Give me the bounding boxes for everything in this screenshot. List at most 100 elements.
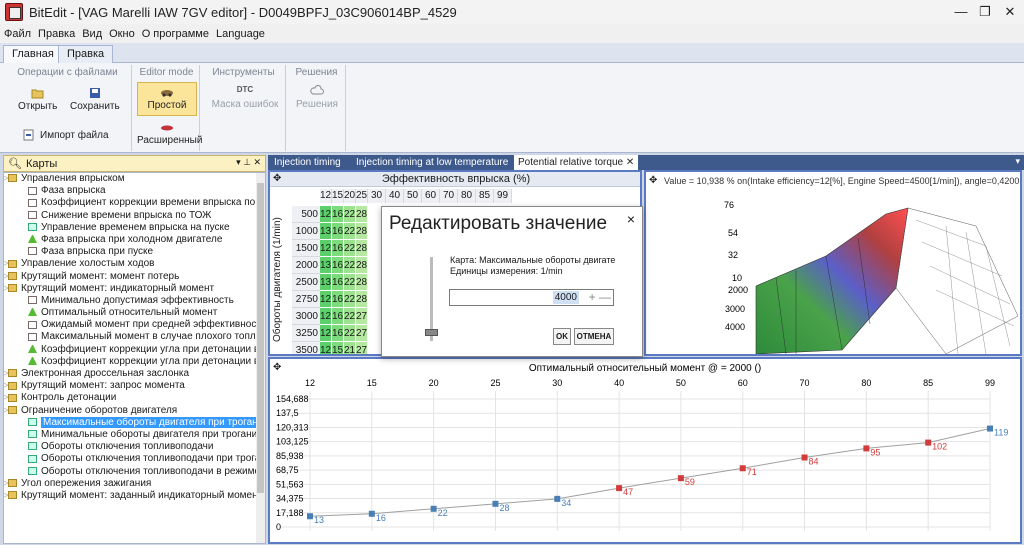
tree-item[interactable]: Минимально допустимая эффективность (4, 295, 265, 307)
expand-icon[interactable]: ▷ (4, 490, 8, 502)
solutions-button[interactable]: Решения (294, 85, 340, 110)
table-cell[interactable]: 12 (320, 325, 332, 342)
column-header[interactable]: 85 (476, 189, 494, 203)
table-cell[interactable]: 16 (332, 240, 344, 257)
tab-potential-relative-torque[interactable]: Potential relative torque ✕ (514, 155, 639, 170)
table-cell[interactable]: 16 (332, 257, 344, 274)
open-button[interactable]: Открыть (18, 87, 57, 112)
data-point[interactable] (554, 495, 561, 502)
move-icon[interactable]: ✥ (273, 173, 281, 184)
surface-3d-plot[interactable]: 76 54 32 10 2000 3000 4000 (646, 186, 1020, 356)
column-header[interactable]: 40 (386, 189, 404, 203)
tree-item[interactable]: Коэффициент коррекции угла при детонации… (4, 356, 265, 368)
plus-minus-icon[interactable]: + — (589, 290, 611, 304)
column-header[interactable]: 20 (344, 189, 356, 203)
column-header[interactable]: 60 (422, 189, 440, 203)
expand-icon[interactable]: ▷ (4, 368, 8, 380)
table-cell[interactable]: 16 (332, 308, 344, 325)
close-window-button[interactable]: ✕ (995, 3, 1024, 21)
import-button[interactable]: Импорт файла (22, 129, 109, 141)
tree-item[interactable]: Коэффициент коррекции времени впрыска по… (4, 197, 265, 209)
tree-item[interactable]: Максимальные обороты двигателя при трога… (4, 416, 265, 429)
tab-edit[interactable]: Правка (58, 45, 114, 64)
expand-icon[interactable]: ▷ (4, 478, 8, 490)
table-cell[interactable]: 22 (344, 291, 356, 308)
row-header[interactable]: 3000 (292, 308, 320, 325)
table-cell[interactable]: 22 (344, 206, 356, 223)
expand-icon[interactable]: ▷ (4, 173, 8, 185)
tree-item[interactable]: Минимальные обороты двигателя при троган… (4, 429, 265, 441)
table-cell[interactable]: 13 (320, 223, 332, 240)
table-cell[interactable]: 16 (332, 206, 344, 223)
tree-item[interactable]: Фаза впрыска при пуске (4, 246, 265, 258)
column-header[interactable]: 99 (494, 189, 512, 203)
tree-item[interactable]: Снижение времени впрыска по ТОЖ (4, 210, 265, 222)
tree-item[interactable]: Фаза впрыска при холодном двигателе (4, 234, 265, 246)
value-input-text[interactable]: 4000 (552, 291, 579, 304)
tree-folder[interactable]: ▷ Управления впрыском (4, 173, 265, 185)
data-point[interactable] (739, 465, 746, 472)
data-point[interactable] (925, 439, 932, 446)
data-point[interactable] (677, 475, 684, 482)
scrollbar-thumb[interactable] (257, 183, 264, 493)
table-cell[interactable]: 22 (344, 240, 356, 257)
menu-view[interactable]: Вид (82, 28, 102, 40)
expand-icon[interactable]: ▷ (4, 392, 8, 404)
column-header[interactable]: 12 (320, 189, 332, 203)
table-cell[interactable]: 27 (356, 308, 368, 325)
table-cell[interactable]: 28 (356, 206, 368, 223)
row-header[interactable]: 2750 (292, 291, 320, 308)
tree-item[interactable]: Коэффициент коррекции угла при детонации… (4, 344, 265, 356)
data-point[interactable] (430, 505, 437, 512)
row-header[interactable]: 1500 (292, 240, 320, 257)
tree-folder[interactable]: ▷ Крутящий момент: запрос момента (4, 380, 265, 392)
table-cell[interactable]: 12 (320, 240, 332, 257)
row-header[interactable]: 2500 (292, 274, 320, 291)
tree-folder[interactable]: ▷ Крутящий момент: индикаторный момент (4, 283, 265, 295)
error-mask-button[interactable]: DTC Маска ошибок (210, 85, 280, 110)
tree-item[interactable]: Оптимальный относительный момент (4, 307, 265, 319)
row-header[interactable]: 3500 (292, 342, 320, 354)
data-point[interactable] (368, 510, 375, 517)
data-point[interactable] (863, 445, 870, 452)
tree-folder[interactable]: ▷ Контроль детонации (4, 392, 265, 404)
menu-about[interactable]: О программе (142, 28, 209, 40)
tree-folder[interactable]: ▷ Ограничение оборотов двигателя (4, 405, 265, 417)
menu-edit[interactable]: Правка (38, 28, 75, 40)
move-icon[interactable]: ✥ (273, 362, 281, 373)
table-cell[interactable]: 12 (320, 206, 332, 223)
tree-scrollbar[interactable] (256, 173, 265, 543)
tree-item[interactable]: Управление временем впрыска на пуске (4, 222, 265, 234)
line-chart[interactable]: Оптимальный относительный момент @ = 200… (270, 359, 1020, 542)
ok-button[interactable]: OK (553, 328, 571, 345)
table-cell[interactable]: 12 (320, 308, 332, 325)
tabs-menu-icon[interactable]: ▾ (1015, 156, 1020, 167)
table-cell[interactable]: 16 (332, 325, 344, 342)
tree-item[interactable]: Фаза впрыска (4, 185, 265, 197)
simple-mode-button[interactable]: Простой (137, 82, 197, 116)
table-cell[interactable]: 13 (320, 274, 332, 291)
table-cell[interactable]: 22 (344, 325, 356, 342)
data-point[interactable] (492, 500, 499, 507)
value-slider[interactable] (425, 257, 438, 341)
close-tab-icon[interactable]: ✕ (626, 157, 634, 168)
column-header[interactable]: 15 (332, 189, 344, 203)
tab-injection-low-temp[interactable]: Injection timing at low temperature (352, 155, 512, 170)
data-point[interactable] (307, 513, 313, 520)
table-cell[interactable]: 22 (344, 257, 356, 274)
row-header[interactable]: 3250 (292, 325, 320, 342)
move-icon[interactable]: ✥ (649, 175, 657, 186)
tree-item[interactable]: Максимальный момент в случае плохого топ… (4, 331, 265, 343)
cancel-button[interactable]: ОТМЕНА (574, 328, 614, 345)
expand-icon[interactable]: ▷ (4, 380, 8, 392)
data-point[interactable] (987, 425, 993, 432)
expand-icon[interactable]: ▷ (4, 258, 8, 270)
table-cell[interactable]: 28 (356, 274, 368, 291)
expand-icon[interactable]: ▷ (4, 271, 8, 283)
table-cell[interactable]: 28 (356, 223, 368, 240)
table-cell[interactable]: 28 (356, 240, 368, 257)
table-cell[interactable]: 22 (344, 308, 356, 325)
tab-injection-timing[interactable]: Injection timing (270, 155, 345, 170)
column-header[interactable]: 30 (368, 189, 386, 203)
column-header[interactable]: 80 (458, 189, 476, 203)
